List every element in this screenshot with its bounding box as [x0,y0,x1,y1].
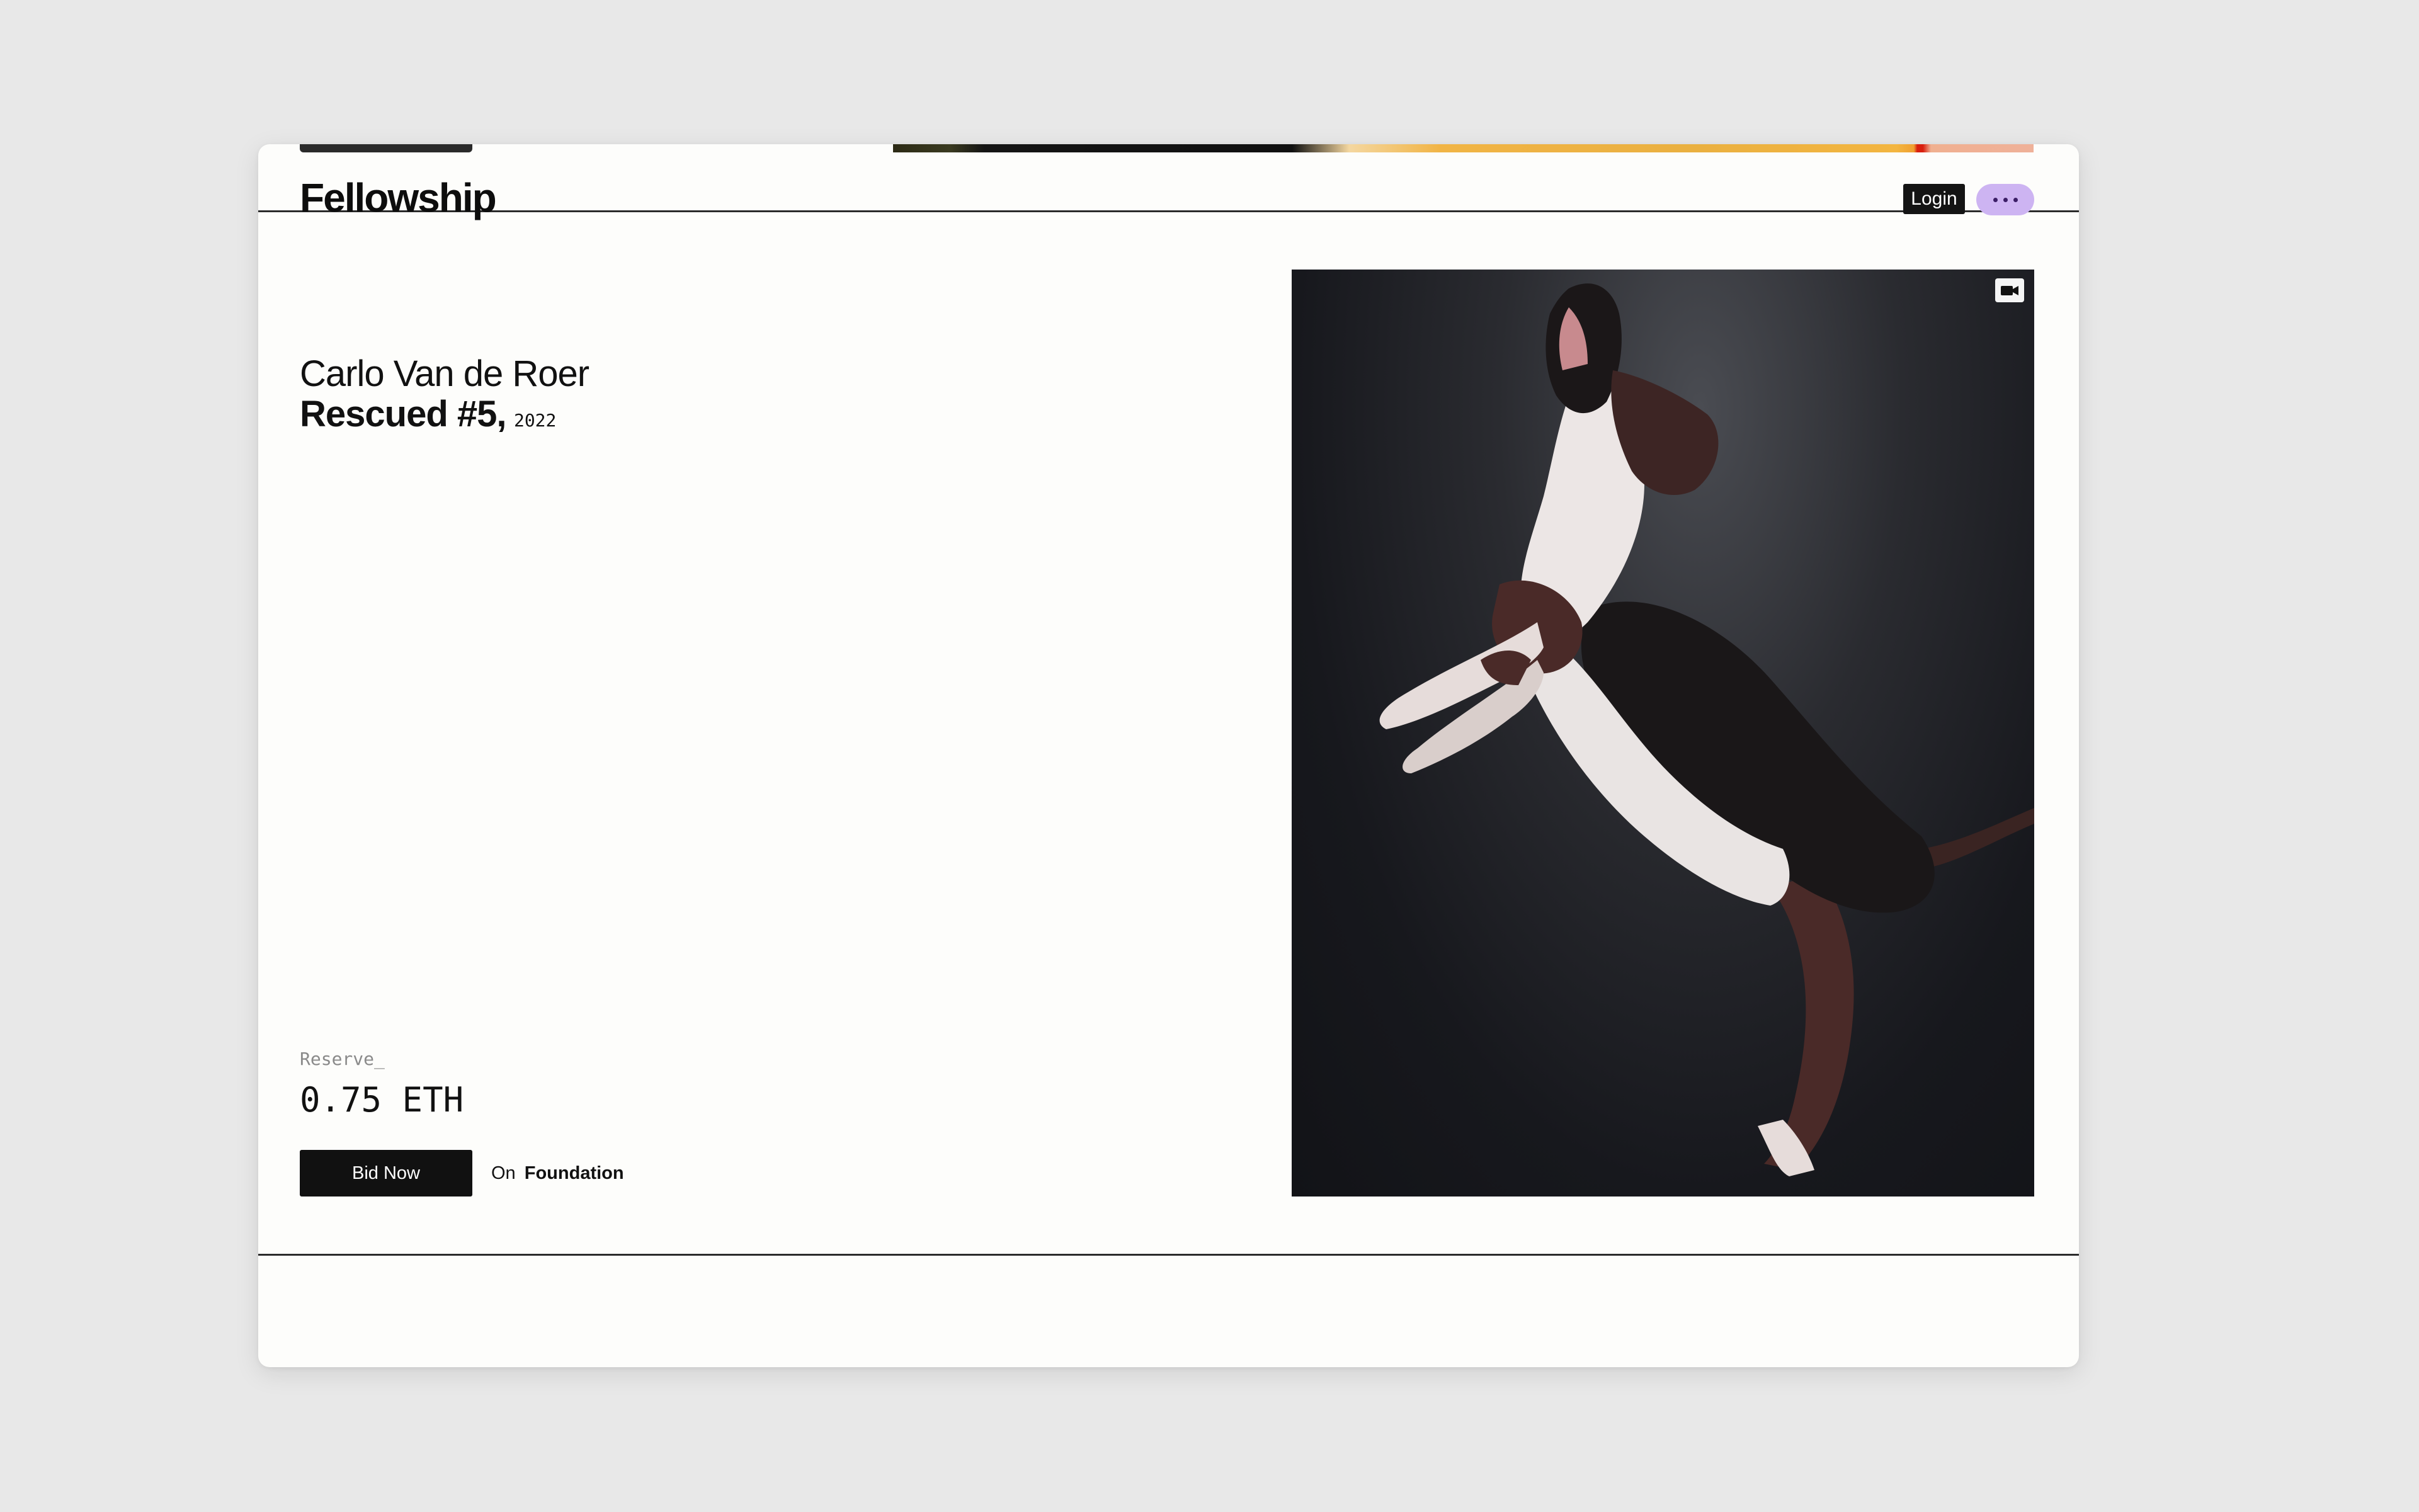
more-options-button[interactable] [1976,184,2034,215]
dot-icon [1993,197,1998,202]
dot-icon [2013,197,2018,202]
top-tab-indicator [300,144,472,152]
marketplace-prefix: On [491,1163,516,1183]
dog-photo [1379,283,2034,1176]
marketplace-link[interactable]: Foundation [525,1163,624,1183]
artwork-title-line: Rescued #5, 2022 [300,394,556,435]
artist-name: Carlo Van de Roer [300,353,589,394]
reserve-label: Reserve_ [300,1049,385,1069]
site-header: Fellowship Login [258,152,2079,218]
top-image-strip [893,144,2034,152]
section-divider [258,1254,2079,1256]
reserve-price: 0.75 ETH [300,1080,464,1120]
login-button[interactable]: Login [1903,184,1965,214]
site-logo[interactable]: Fellowship [300,178,497,218]
marketplace-info: On Foundation [491,1162,624,1185]
artwork-year: 2022 [513,410,557,431]
artwork-video[interactable] [1292,270,2034,1197]
browser-window: Fellowship Login Carlo Van de Roer Rescu… [258,144,2079,1367]
dot-icon [2003,197,2008,202]
artwork-title: Rescued #5, [300,394,507,435]
bid-now-button[interactable]: Bid Now [300,1150,472,1197]
video-camera-icon [1995,278,2024,302]
